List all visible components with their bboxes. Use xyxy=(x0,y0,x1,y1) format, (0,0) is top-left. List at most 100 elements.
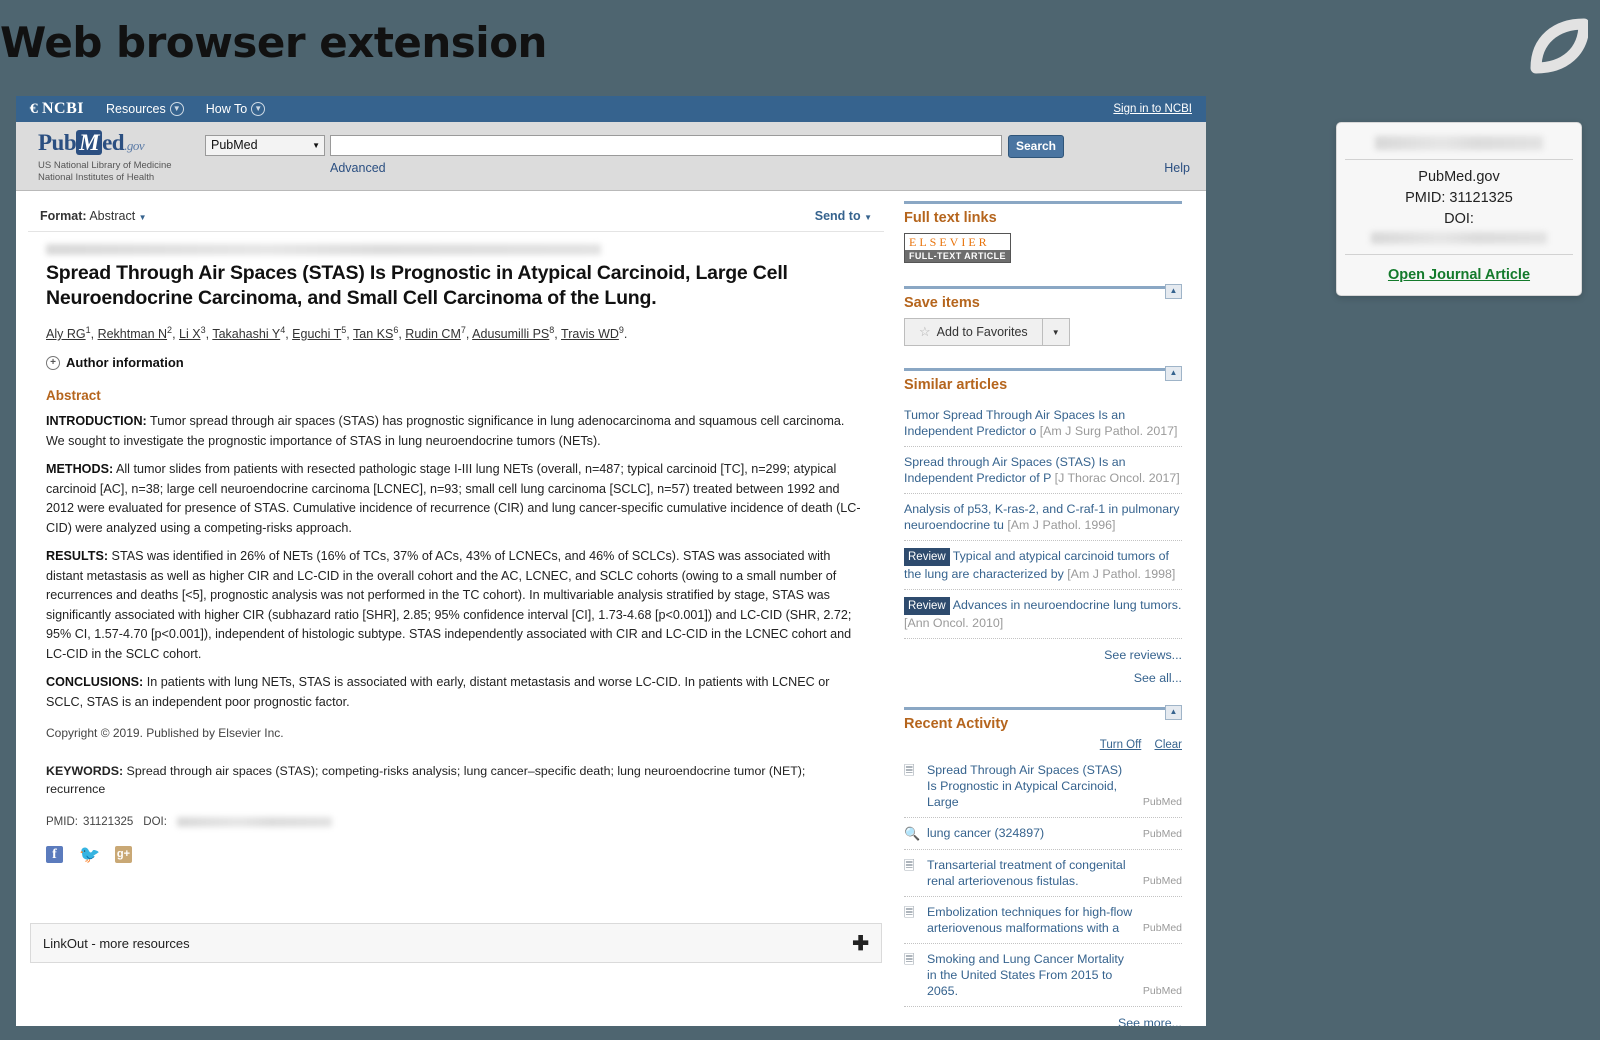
similar-article-item[interactable]: Review Typical and atypical carcinoid tum… xyxy=(904,541,1182,590)
pubmed-subtitle-line2: National Institutes of Health xyxy=(38,171,155,183)
collapse-toggle-similar-articles[interactable]: ▲ xyxy=(1165,366,1182,381)
recent-activity-text[interactable]: Transarterial treatment of congenital re… xyxy=(927,857,1134,889)
similar-article-title[interactable]: Advances in neuroendocrine lung tumors. xyxy=(953,598,1182,612)
keywords-text: Spread through air spaces (STAS); compet… xyxy=(46,764,806,797)
similar-article-item[interactable]: Review Advances in neuroendocrine lung tu… xyxy=(904,590,1182,639)
format-control[interactable]: Format: Abstract ▼ xyxy=(40,209,147,223)
database-select[interactable]: PubMed ▼ xyxy=(205,135,325,156)
collapse-toggle-save-items[interactable]: ▲ xyxy=(1165,284,1182,299)
author-affiliation-marker[interactable]: 3 xyxy=(201,325,206,335)
send-to-button[interactable]: Send to ▼ xyxy=(815,209,872,223)
similar-article-item[interactable]: Spread through Air Spaces (STAS) Is an I… xyxy=(904,447,1182,494)
menu-resources-label: Resources xyxy=(106,102,166,116)
similar-article-item[interactable]: Analysis of p53, K-ras-2, and C-raf-1 in… xyxy=(904,494,1182,541)
article-title: Spread Through Air Spaces (STAS) Is Prog… xyxy=(46,262,788,309)
recent-activity-text[interactable]: Embolization techniques for high-flow ar… xyxy=(927,904,1134,936)
pubmed-logo-ed: ed xyxy=(102,130,125,155)
extension-doi-label: DOI: xyxy=(1444,211,1474,227)
author-affiliation-marker[interactable]: 4 xyxy=(280,325,285,335)
author-link[interactable]: Travis WD xyxy=(561,327,619,341)
pmid-value: 31121325 xyxy=(82,816,134,829)
abstract-section: RESULTS: STAS was identified in 26% of N… xyxy=(46,547,866,664)
sign-in-link[interactable]: Sign in to NCBI xyxy=(1113,103,1192,115)
menu-how-to-label: How To xyxy=(205,102,248,116)
menu-how-to[interactable]: How To ▼ xyxy=(205,102,266,116)
recent-activity-item[interactable]: 🔍 lung cancer (324897) PubMed xyxy=(904,818,1182,850)
panel-title-save-items: Save items xyxy=(904,295,980,311)
see-reviews-link[interactable]: See reviews... xyxy=(904,648,1182,662)
document-icon: 🗏 xyxy=(904,858,915,873)
keywords-label: KEYWORDS: xyxy=(46,764,124,779)
author-link[interactable]: Rudin CM xyxy=(405,327,461,341)
recent-activity-item[interactable]: 🗏 Transarterial treatment of congenital r… xyxy=(904,850,1182,897)
see-all-link[interactable]: See all... xyxy=(904,671,1182,685)
author-link[interactable]: Takahashi Y xyxy=(212,327,280,341)
author-affiliation-marker[interactable]: 5 xyxy=(341,325,346,335)
format-toolbar: Format: Abstract ▼ Send to ▼ xyxy=(28,201,884,232)
chevron-down-icon: ▼ xyxy=(312,141,320,150)
linkout-panel[interactable]: LinkOut - more resources ✚ xyxy=(30,923,882,964)
author-link[interactable]: Li X xyxy=(179,327,201,341)
plus-icon[interactable]: ✚ xyxy=(852,931,869,956)
see-more-link[interactable]: See more... xyxy=(904,1016,1182,1026)
pubmed-logo-pub: Pub xyxy=(38,130,77,155)
author-affiliation-marker[interactable]: 6 xyxy=(393,325,398,335)
help-link[interactable]: Help xyxy=(1164,161,1190,175)
author-information-toggle[interactable]: + Author information xyxy=(46,355,866,370)
similar-article-source: [J Thorac Oncol. 2017] xyxy=(1051,471,1180,485)
collapse-toggle-recent-activity[interactable]: ▲ xyxy=(1165,705,1182,720)
recent-activity-text[interactable]: Spread Through Air Spaces (STAS) Is Prog… xyxy=(927,762,1134,810)
author-affiliation-marker[interactable]: 9 xyxy=(619,325,624,335)
chevron-down-icon: ▼ xyxy=(138,213,147,222)
elsevier-fulltext-label: FULL-TEXT ARTICLE xyxy=(905,250,1010,262)
dna-icon: € xyxy=(29,100,39,117)
menu-resources[interactable]: Resources ▼ xyxy=(106,102,184,116)
elsevier-full-text-button[interactable]: ELSEVIER FULL-TEXT ARTICLE xyxy=(904,233,1011,263)
ncbi-logo-label: NCBI xyxy=(42,100,85,117)
abstract-section-text: Tumor spread through air spaces (STAS) h… xyxy=(46,414,845,448)
advanced-search-link[interactable]: Advanced xyxy=(330,161,386,175)
add-to-favorites-label: Add to Favorites xyxy=(936,325,1028,339)
search-button[interactable]: Search xyxy=(1008,135,1064,158)
search-input[interactable] xyxy=(330,135,1002,156)
open-journal-article-link[interactable]: Open Journal Article xyxy=(1388,267,1530,283)
author-affiliation-marker[interactable]: 8 xyxy=(549,325,554,335)
divider xyxy=(1345,254,1573,255)
add-to-favorites-dropdown[interactable]: ▼ xyxy=(1042,318,1070,346)
author-link[interactable]: Eguchi T xyxy=(292,327,341,341)
author-affiliation-marker[interactable]: 1 xyxy=(86,325,91,335)
add-to-favorites-button[interactable]: ☆ Add to Favorites xyxy=(904,318,1043,346)
author-link[interactable]: Aly RG xyxy=(46,327,86,341)
similar-article-source: [Am J Surg Pathol. 2017] xyxy=(1036,424,1178,438)
page-body: Format: Abstract ▼ Send to ▼ Spread Thro… xyxy=(16,191,1206,1026)
abstract-section-text: In patients with lung NETs, STAS is asso… xyxy=(46,675,830,709)
recent-activity-database: PubMed xyxy=(1142,922,1182,934)
similar-article-item[interactable]: Tumor Spread Through Air Spaces Is an In… xyxy=(904,400,1182,447)
recent-activity-text[interactable]: lung cancer (324897) xyxy=(927,825,1134,841)
recent-activity-item[interactable]: 🗏 Spread Through Air Spaces (STAS) Is Pro… xyxy=(904,755,1182,818)
journal-citation-redacted xyxy=(46,244,601,255)
recent-activity-item[interactable]: 🗏 Embolization techniques for high-flow a… xyxy=(904,897,1182,944)
ncbi-logo[interactable]: € NCBI xyxy=(30,100,84,118)
database-select-value: PubMed xyxy=(211,138,258,152)
author-link[interactable]: Tan KS xyxy=(353,327,393,341)
author-affiliation-marker[interactable]: 7 xyxy=(461,325,466,335)
author-link[interactable]: Rekhtman N xyxy=(98,327,167,341)
ncbi-top-bar: € NCBI Resources ▼ How To ▼ Sign in to N… xyxy=(16,96,1206,122)
author-affiliation-marker[interactable]: 2 xyxy=(167,325,172,335)
panel-save-items: ▲ Save items ☆ Add to Favorites ▼ xyxy=(904,284,1182,346)
clear-link[interactable]: Clear xyxy=(1155,739,1182,751)
turn-off-link[interactable]: Turn Off xyxy=(1100,739,1142,751)
facebook-icon[interactable]: f xyxy=(46,846,63,864)
abstract-section-label: RESULTS: xyxy=(46,549,109,564)
author-list: Aly RG1, Rekhtman N2, Li X3, Takahashi Y… xyxy=(46,325,628,342)
recent-activity-text[interactable]: Smoking and Lung Cancer Mortality in the… xyxy=(927,951,1134,999)
google-plus-icon[interactable]: g+ xyxy=(115,846,132,864)
abstract-section: METHODS: All tumor slides from patients … xyxy=(46,460,866,538)
recent-activity-item[interactable]: 🗏 Smoking and Lung Cancer Mortality in th… xyxy=(904,944,1182,1007)
author-link[interactable]: Adusumilli PS xyxy=(472,327,549,341)
pubmed-logo[interactable]: Pub Med.gov xyxy=(38,130,145,156)
browser-window: € NCBI Resources ▼ How To ▼ Sign in to N… xyxy=(16,96,1206,1026)
doi-value-redacted xyxy=(176,817,332,828)
twitter-icon[interactable]: 🐦 xyxy=(79,846,100,863)
